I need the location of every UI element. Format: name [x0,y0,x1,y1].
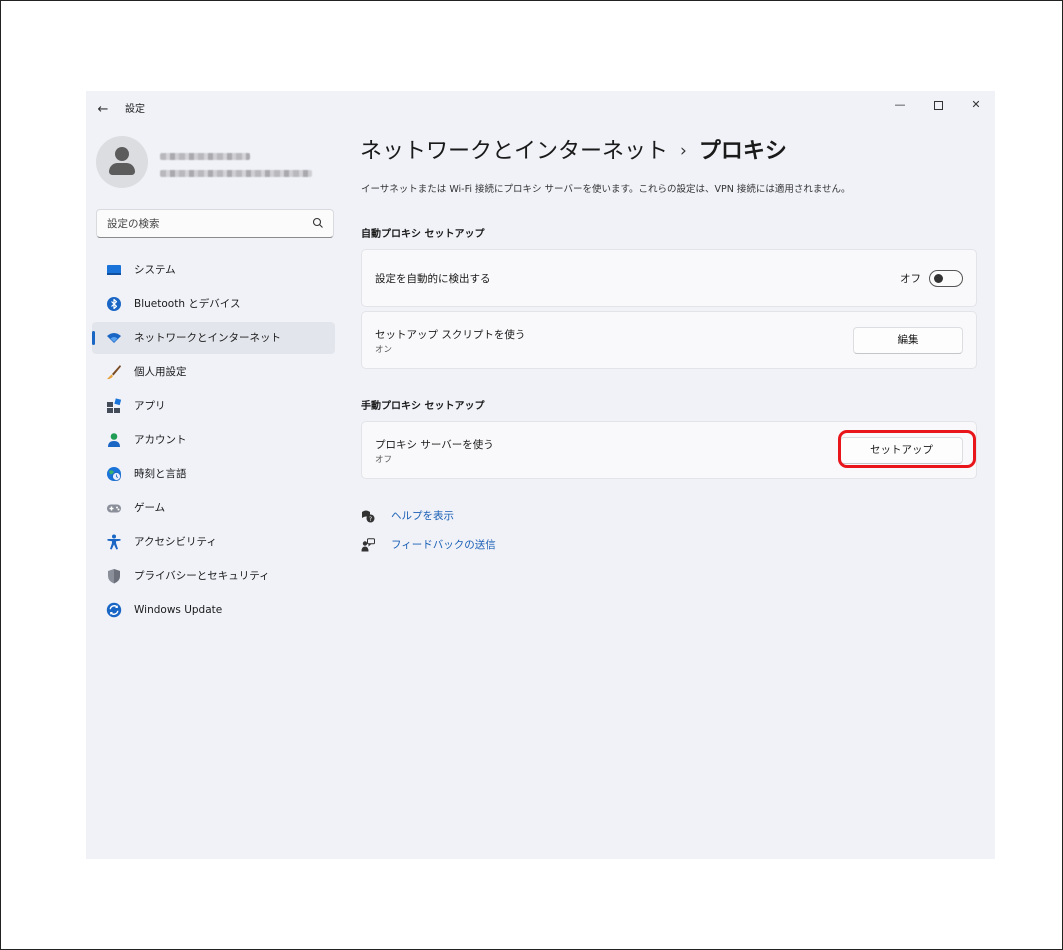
sidebar-item-personalization[interactable]: 個人用設定 [92,356,335,388]
manual-proxy-label: プロキシ サーバーを使う [375,439,494,451]
sidebar-item-accessibility[interactable]: アクセシビリティ [92,526,335,558]
help-link-row[interactable]: ? ヘルプを表示 [361,507,454,525]
sidebar-item-privacy[interactable]: プライバシーとセキュリティ [92,560,335,592]
help-link[interactable]: ヘルプを表示 [391,507,454,525]
globe-clock-icon [107,467,121,481]
feedback-link[interactable]: フィードバックの送信 [391,536,496,554]
search-input[interactable] [97,210,307,237]
auto-detect-toggle[interactable] [929,270,963,287]
monitor-icon [107,265,121,275]
setup-button[interactable]: セットアップ [840,437,963,464]
page-title: プロキシ [698,139,787,164]
setup-script-card: セットアップ スクリプトを使う オン 編集 [361,311,977,369]
section-heading-manual-proxy: 手動プロキシ セットアップ [361,401,485,412]
close-button[interactable]: ✕ [962,94,990,116]
sidebar-item-apps[interactable]: アプリ [92,390,335,422]
avatar[interactable] [96,136,148,188]
search-icon[interactable] [312,217,324,229]
sidebar-item-label: アカウント [134,434,187,446]
sidebar-item-network[interactable]: ネットワークとインターネット [92,322,335,354]
auto-detect-state: オフ [900,273,921,285]
sidebar-item-bluetooth[interactable]: Bluetooth とデバイス [92,288,335,320]
sidebar-nav: システム Bluetooth とデバイス ネットワークとインターネット 個人用設… [92,254,335,628]
auto-detect-label: 設定を自動的に検出する [375,273,491,285]
redacted-user-name [160,153,250,160]
sidebar-item-time-language[interactable]: 時刻と言語 [92,458,335,490]
back-button[interactable]: ← [95,102,111,118]
account-icon [108,433,120,447]
maximize-icon [933,100,943,110]
sidebar-item-label: アプリ [134,400,166,412]
breadcrumb: ネットワークとインターネット › プロキシ [360,137,787,168]
avatar-body [109,163,135,175]
active-indicator [92,331,95,345]
avatar-head [115,147,129,161]
sidebar-item-windows-update[interactable]: Windows Update [92,594,335,626]
sidebar-item-label: Bluetooth とデバイス [134,298,241,310]
accessibility-icon [107,534,121,550]
auto-detect-card: 設定を自動的に検出する オフ [361,249,977,307]
sidebar-item-label: ネットワークとインターネット [134,332,281,344]
sidebar-item-label: 時刻と言語 [134,468,187,480]
sidebar-item-label: ゲーム [134,502,166,514]
shield-icon [108,569,120,584]
brush-icon [107,365,121,380]
feedback-icon [361,538,375,552]
manual-proxy-card: プロキシ サーバーを使う オフ セットアップ [361,421,977,479]
svg-text:?: ? [369,516,372,523]
sidebar-item-label: アクセシビリティ [134,536,217,548]
search-box[interactable] [96,209,334,238]
update-icon [106,602,122,618]
sidebar-item-label: Windows Update [134,604,223,616]
setup-script-state: オン [375,345,393,355]
sidebar-item-label: プライバシーとセキュリティ [134,570,270,582]
page-description: イーサネットまたは Wi-Fi 接続にプロキシ サーバーを使います。これらの設定… [361,184,851,195]
edit-button[interactable]: 編集 [853,327,963,354]
minimize-button[interactable]: — [886,94,914,116]
sidebar-item-gaming[interactable]: ゲーム [92,492,335,524]
breadcrumb-separator: › [680,141,687,161]
apps-icon [107,398,122,413]
gamepad-icon [107,504,121,513]
wifi-icon [107,333,121,343]
manual-proxy-state: オフ [375,455,393,465]
help-icon: ? [362,510,375,523]
sidebar-item-label: システム [134,264,176,276]
toggle-knob [934,274,943,283]
redacted-user-email [160,170,312,177]
feedback-link-row[interactable]: フィードバックの送信 [361,536,496,554]
sidebar-item-accounts[interactable]: アカウント [92,424,335,456]
sidebar-item-system[interactable]: システム [92,254,335,286]
setup-script-label: セットアップ スクリプトを使う [375,329,526,341]
settings-window: ← 設定 — ✕ システム Bluetooth とデバイ [86,91,995,859]
app-title: 設定 [125,104,145,115]
maximize-button[interactable] [924,94,952,116]
breadcrumb-parent[interactable]: ネットワークとインターネット [360,139,668,164]
section-heading-auto-proxy: 自動プロキシ セットアップ [361,229,485,240]
sidebar-item-label: 個人用設定 [134,366,187,378]
bluetooth-icon [107,297,121,311]
